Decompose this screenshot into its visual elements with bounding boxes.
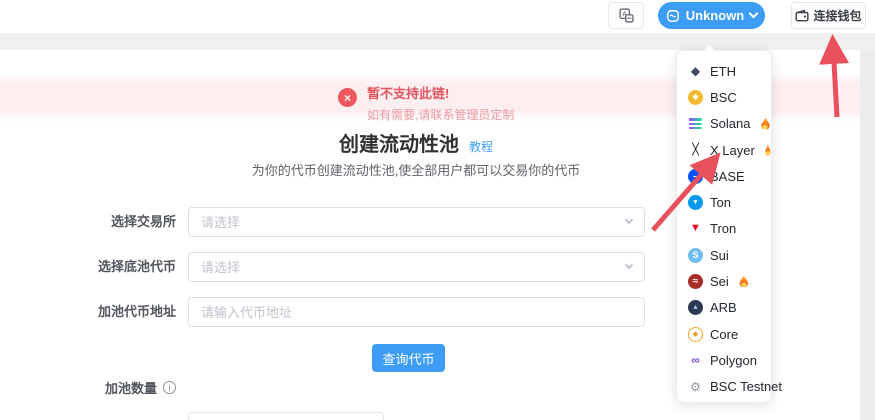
connect-wallet-label: 连接钱包	[813, 9, 862, 23]
chain-item-solana[interactable]: Solana	[677, 111, 771, 137]
chain-item-bsc[interactable]: ◆ BSC	[677, 84, 771, 110]
sui-icon: S	[688, 247, 703, 263]
chain-item-arb[interactable]: ▲ ARB	[677, 295, 771, 321]
arb-icon: ▲	[688, 300, 703, 316]
token-address-label: 加池代币地址	[97, 304, 176, 319]
eth-icon: ◆	[690, 64, 701, 79]
header-divider-band	[0, 33, 875, 50]
base-icon: –	[688, 168, 703, 184]
language-translate-button[interactable]: A	[608, 2, 644, 29]
fire-icon	[765, 144, 771, 156]
chain-item-sui[interactable]: S Sui	[677, 242, 771, 268]
pool-amount-input[interactable]	[188, 412, 384, 420]
x-layer-icon: ╳	[692, 143, 699, 156]
chain-item-sei[interactable]: ≈ Sei	[677, 268, 771, 294]
tutorial-link[interactable]: 教程	[469, 140, 493, 154]
alert-title: 暂不支持此链!	[367, 86, 450, 101]
bsc-testnet-icon: ⚙	[690, 379, 701, 394]
app-window: A Unknown 连接钱包 × 暂不支持此链! 如有需要,请联系管理员定制 创…	[0, 0, 875, 420]
token-address-field[interactable]	[188, 297, 645, 327]
exchange-select-input[interactable]	[189, 208, 644, 236]
page-scrollbar[interactable]	[860, 50, 875, 420]
connect-wallet-button[interactable]: 连接钱包	[791, 2, 866, 29]
chain-item-bsc-testnet[interactable]: ⚙ BSC Testnet	[677, 374, 782, 400]
page-title: 创建流动性池	[338, 134, 459, 156]
chain-item-x-layer[interactable]: ╳ X Layer	[677, 137, 771, 163]
network-icon	[666, 9, 679, 22]
token-address-input[interactable]	[189, 298, 644, 326]
info-icon[interactable]: i	[163, 381, 176, 394]
query-token-button[interactable]: 查询代币	[372, 344, 445, 372]
chain-item-tron[interactable]: ▼ Tron	[677, 216, 771, 242]
fire-icon	[761, 117, 770, 130]
ton-icon: ▼	[688, 195, 703, 211]
pool-amount-label: 加池数量	[104, 381, 157, 396]
exchange-select-label: 选择交易所	[110, 214, 176, 229]
chain-item-core[interactable]: ◆ Core	[677, 321, 771, 347]
network-button-label: Unknown	[685, 8, 745, 23]
chain-item-eth[interactable]: ◆ ETH	[677, 58, 771, 84]
fire-icon	[739, 275, 749, 287]
core-icon: ◆	[688, 326, 703, 342]
wallet-icon	[795, 9, 810, 21]
error-close-icon[interactable]: ×	[338, 88, 357, 107]
translate-icon: A	[618, 8, 634, 23]
chevron-down-icon	[748, 8, 759, 19]
chain-item-polygon[interactable]: ∞ Polygon	[677, 347, 771, 373]
top-header: A Unknown 连接钱包	[0, 0, 875, 33]
base-token-select[interactable]	[188, 252, 645, 282]
alert-message: 如有需要,请联系管理员定制	[367, 107, 515, 122]
chain-item-ton[interactable]: ▼ Ton	[677, 189, 771, 215]
network-selector-button[interactable]: Unknown	[658, 2, 765, 29]
chain-item-base[interactable]: – BASE	[677, 163, 771, 189]
polygon-icon: ∞	[691, 353, 700, 368]
bsc-icon: ◆	[688, 89, 703, 105]
solana-icon	[688, 116, 703, 131]
tron-icon: ▼	[690, 222, 701, 235]
base-token-select-label: 选择底池代币	[97, 259, 176, 274]
sei-icon: ≈	[688, 274, 703, 290]
exchange-select[interactable]	[188, 207, 645, 237]
base-token-select-input[interactable]	[189, 253, 644, 281]
chain-dropdown-menu: ◆ ETH ◆ BSC Solana ╳ X Layer – BASE ▼ To…	[676, 44, 782, 403]
